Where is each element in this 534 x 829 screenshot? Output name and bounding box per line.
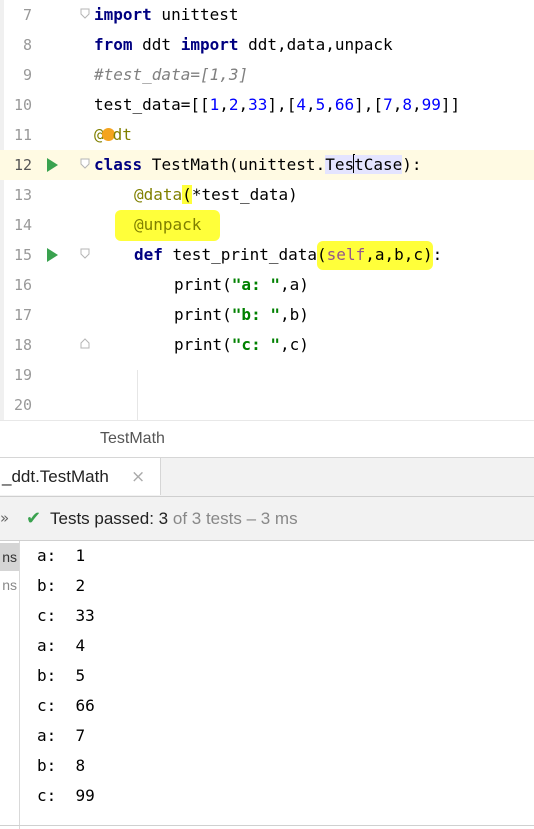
code-line-11: 11 @ dt <box>0 120 534 150</box>
code-line-16: 16 print("a: ",a) <box>0 270 534 300</box>
console-line: b: 8 <box>37 756 86 775</box>
console-line: a: 1 <box>37 546 86 565</box>
expand-icon[interactable]: » <box>0 497 9 540</box>
code-line-14: 14 @unpack <box>0 210 534 241</box>
code-line-7: 7 import unittest <box>0 0 534 30</box>
console-line: a: 4 <box>37 636 86 655</box>
tree-row[interactable]: ns <box>0 543 19 571</box>
line-number: 19 <box>13 366 32 384</box>
code-line-9: 9 #test_data=[1,3] <box>0 60 534 90</box>
code-line-20: 20 <box>0 390 534 420</box>
line-number: 10 <box>13 96 32 114</box>
code-text: @data(*test_data) <box>134 185 298 204</box>
run-tab-label[interactable]: _ddt.TestMath <box>2 458 109 496</box>
code-line-18: 18 print("c: ",c) <box>0 330 534 360</box>
code-line-10: 10 test_data=[[1,2,33],[4,5,66],[7,8,99]… <box>0 90 534 120</box>
console-line: a: 7 <box>37 726 86 745</box>
fold-end-icon[interactable] <box>80 338 90 349</box>
code-line-12: 12 class TestMath(unittest.TestCase): <box>0 150 534 180</box>
line-number: 16 <box>13 276 32 294</box>
console-line: c: 66 <box>37 696 95 715</box>
line-number: 8 <box>22 36 32 54</box>
tests-passed-text: Tests passed: 3 of 3 tests – 3 ms <box>50 509 298 528</box>
code-text: class TestMath(unittest.TestCase): <box>94 154 422 174</box>
code-text: print("c: ",c) <box>174 335 309 354</box>
code-line-15: 15 def test_print_data(self,a,b,c): <box>0 240 534 270</box>
breadcrumb-item[interactable]: TestMath <box>100 421 165 457</box>
code-text: #test_data=[1,3] <box>94 65 249 84</box>
test-status-bar: » ✔ Tests passed: 3 of 3 tests – 3 ms <box>0 497 534 541</box>
code-text: import unittest <box>94 5 239 24</box>
line-number: 17 <box>13 306 32 324</box>
code-line-17: 17 print("b: ",b) <box>0 300 534 330</box>
line-number: 15 <box>13 246 32 264</box>
code-text: from ddt import ddt,data,unpack <box>94 35 393 54</box>
code-text: @unpack <box>115 210 221 241</box>
line-number: 18 <box>13 336 32 354</box>
line-number: 11 <box>13 126 32 144</box>
line-number: 20 <box>13 396 32 414</box>
line-number: 7 <box>22 6 32 24</box>
code-text: @ dt <box>94 125 132 144</box>
code-text: print("a: ",a) <box>174 275 309 294</box>
code-editor[interactable]: 7 import unittest 8 from ddt import ddt,… <box>0 0 534 420</box>
code-text: def test_print_data(self,a,b,c): <box>134 240 442 270</box>
console-line: c: 33 <box>37 606 95 625</box>
run-test-icon[interactable] <box>47 158 58 172</box>
console-line: b: 2 <box>37 576 86 595</box>
console-line: c: 99 <box>37 786 95 805</box>
fold-marker-icon[interactable] <box>80 158 90 169</box>
code-text: test_data=[[1,2,33],[4,5,66],[7,8,99]] <box>94 95 461 114</box>
code-text: print("b: ",b) <box>174 305 309 324</box>
run-toolwindow-tabs: _ddt.TestMath × <box>0 457 534 497</box>
line-number: 14 <box>13 216 32 234</box>
tree-row[interactable]: ns <box>0 571 19 599</box>
indent-guide <box>137 370 138 420</box>
line-number: 12 <box>13 156 32 174</box>
divider <box>0 825 534 826</box>
run-test-icon[interactable] <box>47 248 58 262</box>
close-icon[interactable]: × <box>131 458 145 496</box>
console-line: b: 5 <box>37 666 86 685</box>
code-line-13: 13 @data(*test_data) <box>0 180 534 210</box>
test-tree[interactable]: ns ns <box>0 541 20 829</box>
run-tab[interactable]: _ddt.TestMath × <box>0 458 161 495</box>
line-number: 9 <box>22 66 32 84</box>
check-icon: ✔ <box>26 508 42 529</box>
breadcrumb[interactable]: TestMath <box>0 420 534 458</box>
code-line-19: 19 <box>0 360 534 390</box>
fold-marker-icon[interactable] <box>80 8 90 19</box>
line-number: 13 <box>13 186 32 204</box>
code-line-8: 8 from ddt import ddt,data,unpack <box>0 30 534 60</box>
fold-marker-icon[interactable] <box>80 248 90 259</box>
console-output[interactable]: ns ns a: 1 b: 2 c: 33 a: 4 b: 5 c: 66 a:… <box>0 541 534 829</box>
